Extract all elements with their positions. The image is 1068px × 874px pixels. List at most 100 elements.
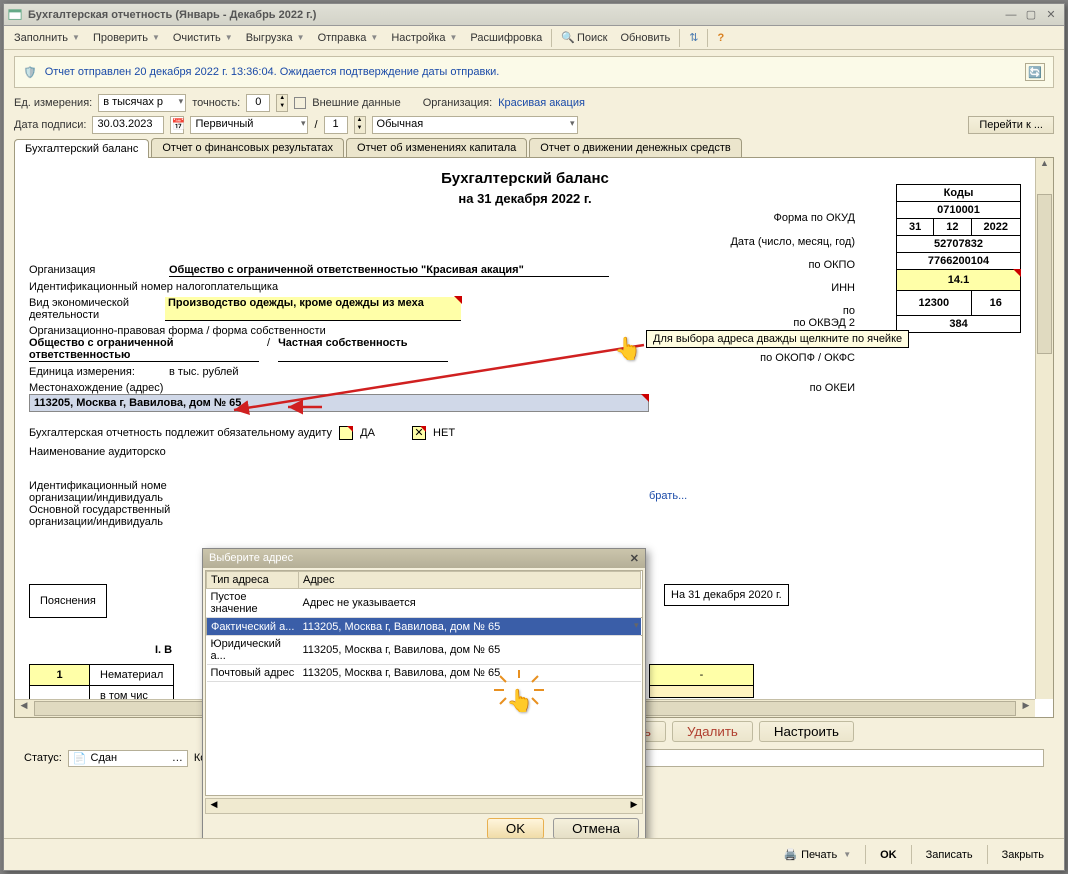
search-icon: 🔍	[561, 31, 575, 44]
modal-cancel-button[interactable]: Отмена	[553, 818, 639, 838]
window-title: Бухгалтерская отчетность (Январь - Декаб…	[28, 9, 1000, 21]
decrypt-button[interactable]: Расшифровка	[464, 30, 548, 46]
doc-subtitle: на 31 декабря 2022 г.	[29, 191, 1021, 206]
value-table: -	[649, 664, 754, 698]
unit-select[interactable]: в тысячах р	[98, 94, 186, 112]
modal-hscroll[interactable]: ◀▶	[205, 798, 643, 814]
check-button[interactable]: Проверить▼	[87, 30, 166, 46]
external-data-checkbox[interactable]	[294, 97, 306, 109]
address-modal: Выберите адрес ✕ Тип адреса Адрес Пустое…	[202, 548, 646, 838]
okopf-label: по ОКОПФ / ОКФС	[760, 352, 855, 364]
refresh-status-button[interactable]: 🔄	[1025, 63, 1045, 81]
grid-row-selected[interactable]: Фактический а...113205, Москва г, Вавило…	[207, 618, 642, 636]
org-link[interactable]: Красивая акация	[498, 97, 585, 109]
cursor-icon: 👆	[614, 336, 641, 362]
grid-row[interactable]: Почтовый адрес113205, Москва г, Вавилова…	[207, 665, 642, 682]
separator	[551, 29, 552, 47]
vertical-scrollbar[interactable]: ▲	[1035, 158, 1053, 699]
okpo-value: 52707832	[897, 236, 1021, 253]
fill-button[interactable]: Заполнить▼	[8, 30, 86, 46]
tab-balance[interactable]: Бухгалтерский баланс	[14, 139, 149, 158]
audit-yes-checkbox[interactable]	[339, 426, 353, 440]
correction-spinner[interactable]: ▲▼	[354, 116, 366, 134]
export-button[interactable]: Выгрузка▼	[240, 30, 311, 46]
precision-label: точность:	[192, 97, 240, 109]
modal-close-button[interactable]: ✕	[630, 552, 639, 565]
save-button[interactable]: Записать	[916, 845, 983, 864]
okud-value: 0710001	[897, 202, 1021, 219]
primary-select[interactable]: Первичный	[190, 116, 308, 134]
grid-row[interactable]: Пустое значениеАдрес не указывается	[207, 589, 642, 618]
tab-bar: Бухгалтерский баланс Отчет о финансовых …	[14, 138, 1054, 158]
explanations-col: Пояснения	[29, 584, 107, 618]
date-y: 2022	[971, 219, 1020, 236]
inn-right-label: ИНН	[831, 282, 855, 294]
doc-title: Бухгалтерский баланс	[29, 170, 1021, 187]
calendar-button[interactable]: 📅	[170, 116, 184, 134]
unit-row: Единица измерения: в тыс. рублей	[29, 366, 1021, 378]
sign-date-label: Дата подписи:	[14, 119, 86, 131]
help-icon: ?	[717, 32, 724, 44]
section-header: I. В	[155, 644, 172, 656]
close-main-button[interactable]: Закрыть	[992, 845, 1054, 864]
correction-input[interactable]: 1	[324, 116, 348, 134]
sign-date-input[interactable]: 30.03.2023	[92, 116, 164, 134]
search-button[interactable]: 🔍Поиск	[555, 29, 613, 46]
org-ind-1: организации/индивидуаль	[29, 492, 1021, 504]
maximize-button[interactable]: ▢	[1022, 7, 1040, 23]
main-window: Бухгалтерская отчетность (Январь - Декаб…	[3, 3, 1065, 871]
okfs-value: 16	[971, 291, 1020, 316]
close-button[interactable]: ✕	[1042, 7, 1060, 23]
status-message-bar: 🛡️ Отчет отправлен 20 декабря 2022 г. 13…	[14, 56, 1054, 88]
ok-button[interactable]: OK	[870, 845, 907, 864]
inn-value: 7766200104	[897, 253, 1021, 270]
sort-button[interactable]: ⇅	[683, 29, 704, 46]
refresh-button[interactable]: Обновить	[614, 30, 676, 46]
tab-financial-results[interactable]: Отчет о финансовых результатах	[151, 138, 344, 157]
id-label: Идентификационный номе	[29, 480, 1021, 492]
params-row-1: Ед. измерения: в тысячах р точность: 0 ▲…	[14, 94, 1054, 112]
status-field[interactable]: 📄 Сдан …	[68, 750, 188, 767]
setup-rows-button[interactable]: Настроить	[759, 721, 854, 742]
goto-button[interactable]: Перейти к ...	[968, 116, 1054, 134]
choose-link[interactable]: брать...	[649, 490, 687, 502]
help-button[interactable]: ?	[711, 30, 730, 46]
minimize-button[interactable]: —	[1002, 7, 1020, 23]
address-field[interactable]: 113205, Москва г, Вавилова, дом № 65	[29, 394, 649, 412]
col-address[interactable]: Адрес	[299, 572, 641, 589]
ogrn-label: Основной государственный	[29, 504, 1021, 516]
address-grid: Тип адреса Адрес Пустое значениеАдрес не…	[205, 570, 643, 796]
col-type[interactable]: Тип адреса	[207, 572, 299, 589]
precision-spinner[interactable]: ▲▼	[276, 94, 288, 112]
grid-row[interactable]: Юридический а...113205, Москва г, Вавило…	[207, 636, 642, 665]
clear-button[interactable]: Очистить▼	[167, 30, 239, 46]
activity-row: Вид экономической деятельности Производс…	[29, 297, 1021, 321]
okved-value[interactable]: 14.1	[897, 270, 1021, 291]
period-col: На 31 декабря 2020 г.	[664, 584, 789, 606]
separator	[707, 29, 708, 47]
precision-input[interactable]: 0	[246, 94, 270, 112]
codes-header: Коды	[897, 185, 1021, 202]
tab-capital-changes[interactable]: Отчет об изменениях капитала	[346, 138, 527, 157]
external-data-label: Внешние данные	[312, 97, 400, 109]
modal-buttons: OK Отмена	[203, 814, 645, 838]
mode-select[interactable]: Обычная	[372, 116, 578, 134]
status-message-link[interactable]: Отчет отправлен 20 декабря 2022 г. 13:36…	[45, 66, 500, 78]
send-button[interactable]: Отправка▼	[312, 30, 385, 46]
okei-value: 384	[897, 316, 1021, 333]
activity-value[interactable]: Производство одежды, кроме одежды из мех…	[165, 297, 461, 321]
printer-icon: 🖨️	[783, 848, 797, 861]
unit-label: Ед. измерения:	[14, 97, 92, 109]
settings-button[interactable]: Настройка▼	[385, 30, 463, 46]
date-m: 12	[934, 219, 971, 236]
tab-cash-flow[interactable]: Отчет о движении денежных средств	[529, 138, 741, 157]
audit-no-checkbox[interactable]: ✕	[412, 426, 426, 440]
print-button[interactable]: 🖨️Печать▼	[773, 845, 861, 864]
params-row-2: Дата подписи: 30.03.2023 📅 Первичный / 1…	[14, 116, 1054, 134]
separator	[679, 29, 680, 47]
codes-table: Коды 0710001 31 12 2022 52707832 7766200…	[896, 184, 1021, 333]
modal-ok-button[interactable]: OK	[487, 818, 544, 838]
delete-row-button[interactable]: Удалить	[672, 721, 753, 742]
status-icon: 🛡️	[23, 66, 37, 79]
content-area: 🛡️ Отчет отправлен 20 декабря 2022 г. 13…	[4, 50, 1064, 838]
